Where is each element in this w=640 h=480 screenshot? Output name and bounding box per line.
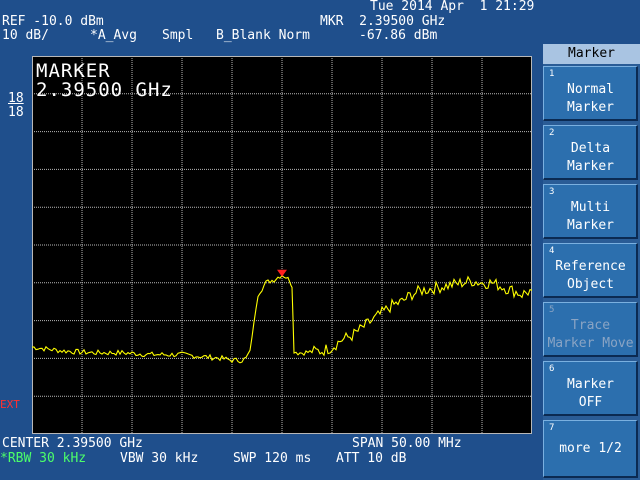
softkey-number: 4 <box>549 246 555 256</box>
softkey-number: 2 <box>549 128 555 138</box>
span: SPAN 50.00 MHz <box>352 436 462 451</box>
ext-indicator: EXT <box>0 398 20 411</box>
marker-frequency-readout: MKR 2.39500 GHz <box>320 14 446 29</box>
softkey-label: Marker Move <box>547 336 634 351</box>
softkey-number: 1 <box>549 69 555 79</box>
trace-marker-move-button[interactable]: 5 Trace Marker Move <box>543 302 638 357</box>
softkey-label: Marker <box>567 100 614 115</box>
spectrum-plot <box>32 56 532 434</box>
trace-mode: *A_Avg <box>90 28 137 43</box>
softkey-number: 7 <box>549 423 555 433</box>
center-frequency: CENTER 2.39500 GHz <box>2 436 143 451</box>
sweep-time: SWP 120 ms <box>233 451 312 466</box>
marker-off-button[interactable]: 6 Marker OFF <box>543 361 638 416</box>
softkey-label: Delta <box>570 141 611 156</box>
softkey-label: Object <box>567 277 614 292</box>
softkey-label: more 1/2 <box>559 441 622 456</box>
softkey-label: Multi <box>570 200 611 215</box>
marker-level-readout: -67.86 dBm <box>359 28 438 43</box>
softkey-label: Reference <box>555 259 626 274</box>
detector-mode: Smpl <box>162 28 194 43</box>
marker-value: 2.39500 GHz <box>36 79 173 101</box>
vbw: VBW 30 kHz <box>120 451 199 466</box>
softkey-menu: Marker 1 Normal Marker 2 Delta Marker 3 … <box>543 44 640 480</box>
rbw: *RBW 30 kHz <box>0 451 87 466</box>
graticule <box>32 56 532 434</box>
attenuation: ATT 10 dB <box>336 451 407 466</box>
avg-count-top: 18 <box>8 91 24 106</box>
more-menu-button[interactable]: 7 more 1/2 <box>543 420 638 478</box>
trace-b-mode: B_Blank Norm <box>216 28 310 43</box>
ref-level: REF -10.0 dBm <box>2 14 104 29</box>
marker-title: MARKER <box>36 60 111 82</box>
softkey-label: Normal <box>567 82 614 97</box>
marker-point <box>277 269 287 277</box>
scale-per-div: 10 dB/ <box>2 28 49 43</box>
reference-object-button[interactable]: 4 Reference Object <box>543 243 638 298</box>
softkey-number: 5 <box>549 305 555 315</box>
softkey-label: Marker <box>567 377 614 392</box>
normal-marker-button[interactable]: 1 Normal Marker <box>543 66 638 121</box>
avg-count-bottom: 18 <box>8 105 24 120</box>
softkey-label: OFF <box>578 395 603 410</box>
softkey-number: 6 <box>549 364 555 374</box>
softkey-label: Marker <box>567 218 614 233</box>
softkey-label: Trace <box>570 318 611 333</box>
multi-marker-button[interactable]: 3 Multi Marker <box>543 184 638 239</box>
spectrum-display[interactable]: MARKER 2.39500 GHz <box>32 56 532 434</box>
menu-title: Marker <box>543 44 640 64</box>
datetime: Tue 2014 Apr 1 21:29 <box>370 0 535 14</box>
softkey-label: Marker <box>567 159 614 174</box>
softkey-number: 3 <box>549 187 555 197</box>
delta-marker-button[interactable]: 2 Delta Marker <box>543 125 638 180</box>
